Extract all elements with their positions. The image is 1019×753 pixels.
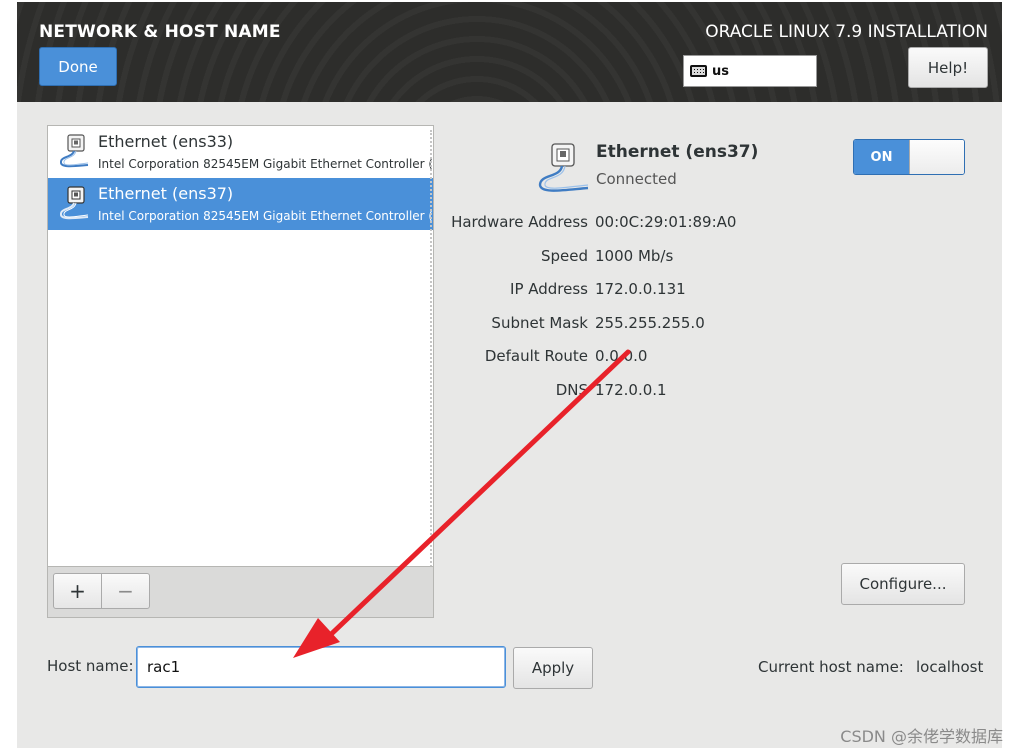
ethernet-icon [60,134,89,168]
device-row-ens37[interactable]: Ethernet (ens37) Intel Corporation 82545… [48,178,433,230]
device-name: Ethernet (ens37) [98,184,234,203]
list-scrollbar[interactable] [428,130,432,570]
installer-window: NETWORK & HOST NAME Done ORACLE LINUX 7.… [17,2,1002,748]
configure-button[interactable]: Configure... [841,563,965,605]
device-list-panel: Ethernet (ens33) Intel Corporation 82545… [47,125,434,618]
host-name-label: Host name: [47,657,134,675]
watermark: CSDN @余佬学数据库 [840,727,1003,746]
keyboard-layout-indicator[interactable]: us [683,55,817,87]
host-name-input[interactable] [136,646,506,688]
subnet-mask-value: 255.255.255.0 [595,314,705,332]
screen-title: NETWORK & HOST NAME [39,22,281,42]
subnet-mask-label: Subnet Mask [491,314,588,332]
add-device-button[interactable]: + [53,573,102,609]
device-description: Intel Corporation 82545EM Gigabit Ethern… [98,157,433,171]
connection-status: Connected [596,170,677,188]
hardware-address-label: Hardware Address [451,213,588,231]
speed-label: Speed [540,247,588,265]
device-description: Intel Corporation 82545EM Gigabit Ethern… [98,209,433,223]
device-row-ens33[interactable]: Ethernet (ens33) Intel Corporation 82545… [48,126,433,178]
selected-device-name: Ethernet (ens37) [596,142,759,162]
switch-on-label: ON [854,140,909,174]
ip-address-label: IP Address [510,280,588,298]
speed-value: 1000 Mb/s [595,247,674,265]
hardware-address-value: 00:0C:29:01:89:A0 [595,213,737,231]
keyboard-layout-label: us [712,63,729,79]
switch-knob[interactable] [909,140,964,174]
ethernet-icon [60,186,89,220]
default-route-label: Default Route [484,347,588,365]
device-on-off-switch[interactable]: ON [853,139,965,175]
header-bar: NETWORK & HOST NAME Done ORACLE LINUX 7.… [17,2,1002,102]
keyboard-icon [690,65,707,77]
help-button[interactable]: Help! [908,47,988,88]
product-title: ORACLE LINUX 7.9 INSTALLATION [705,22,988,42]
apply-button[interactable]: Apply [513,647,593,689]
ethernet-icon [538,143,589,192]
dns-label: DNS [555,381,588,399]
done-button[interactable]: Done [39,47,117,86]
current-host-name-label: Current host name: [758,658,904,676]
current-host-name-value: localhost [916,658,984,676]
device-list-toolbar: + − [48,566,433,617]
ip-address-value: 172.0.0.131 [595,280,686,298]
dns-value: 172.0.0.1 [595,381,667,399]
remove-device-button[interactable]: − [101,573,150,609]
default-route-value: 0.0.0.0 [595,347,648,365]
device-name: Ethernet (ens33) [98,132,234,151]
